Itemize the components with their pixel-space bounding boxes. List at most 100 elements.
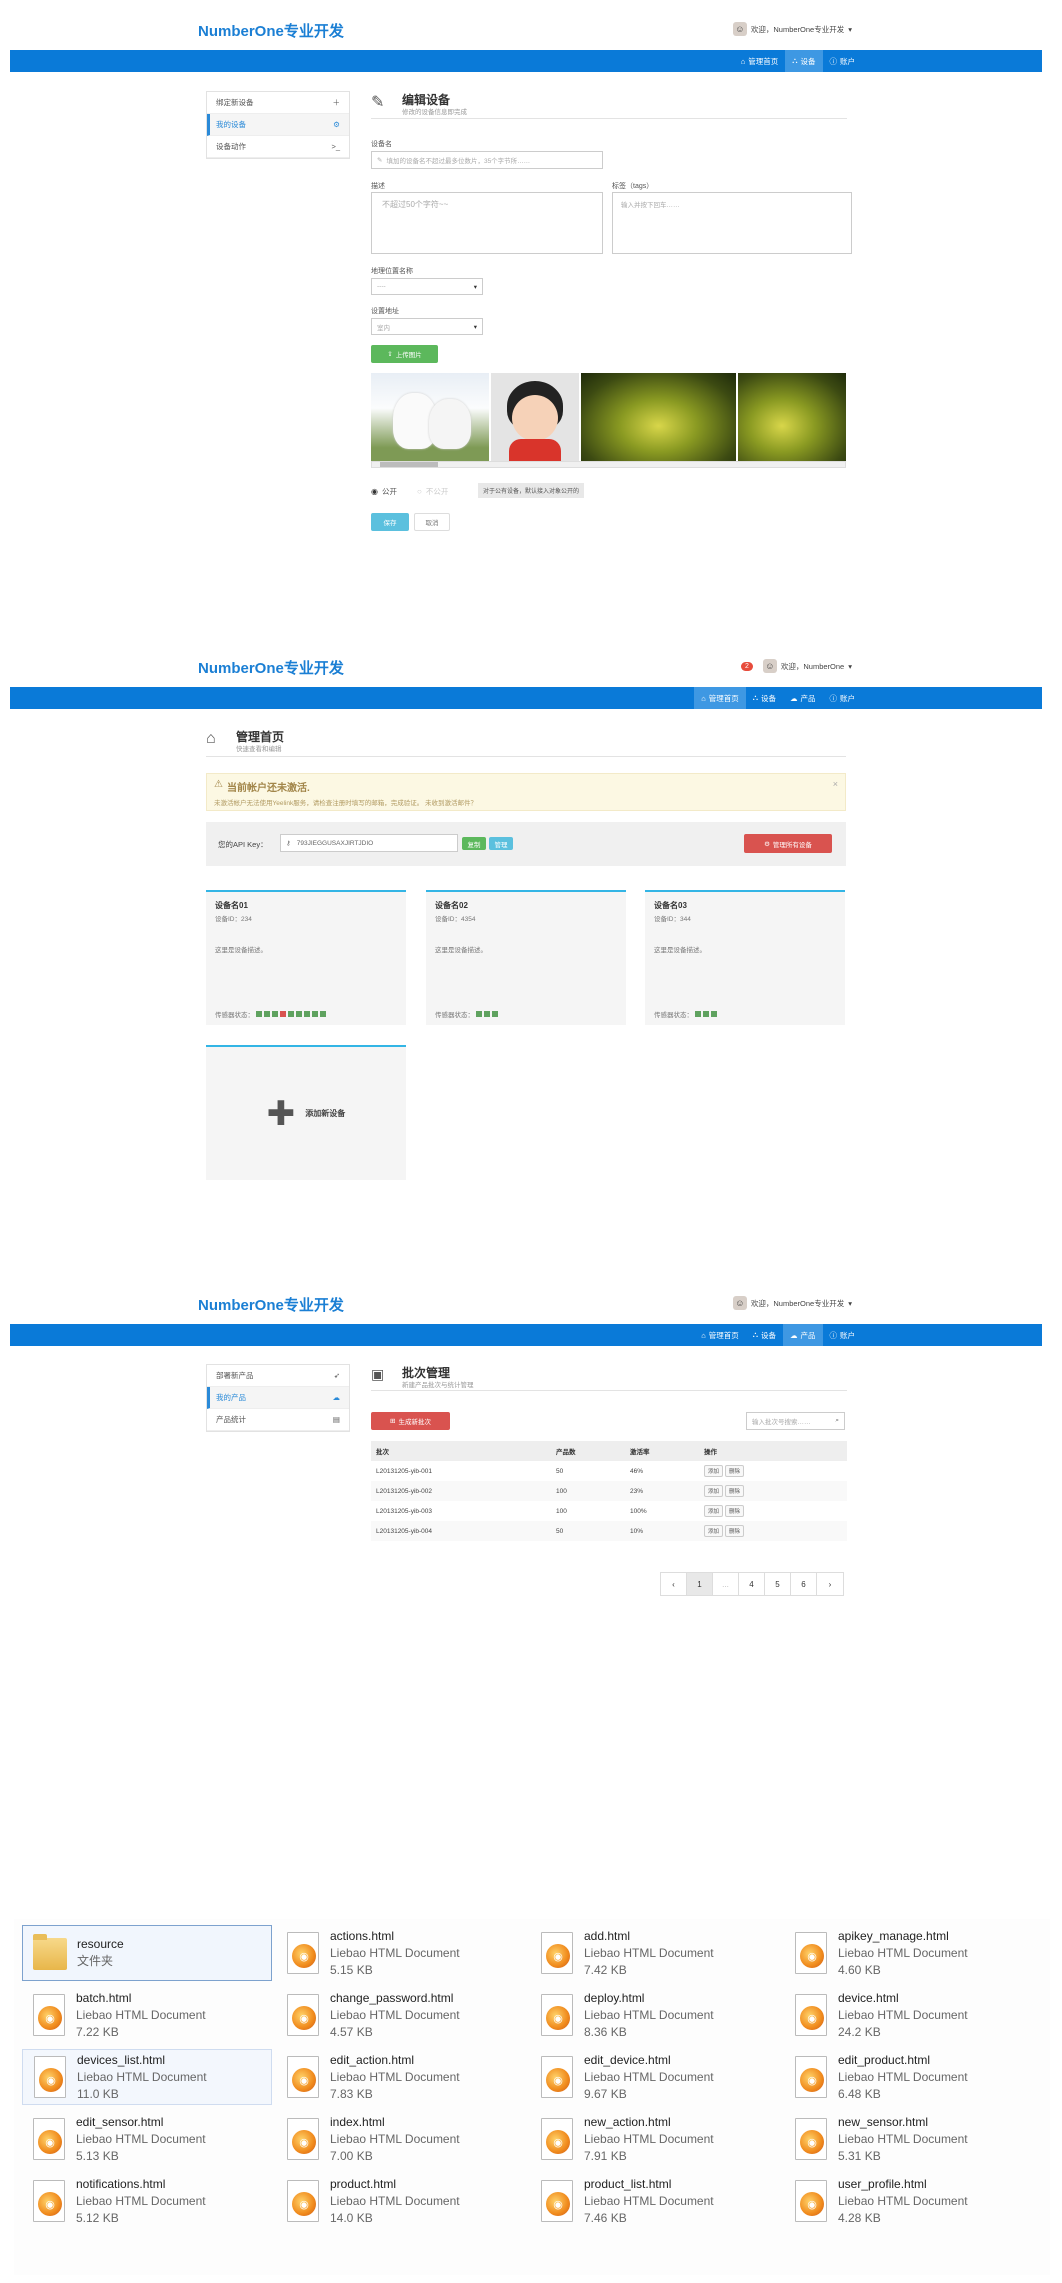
device-card[interactable]: 设备名01 设备ID：234 这里是设备描述。 传感器状态： bbox=[206, 890, 406, 1025]
file-item[interactable]: ◉ index.html Liebao HTML Document 7.00 KB bbox=[276, 2111, 526, 2167]
prev-page-button[interactable]: ‹ bbox=[661, 1573, 687, 1595]
delete-button[interactable]: 删除 bbox=[725, 1525, 745, 1537]
sidebar-item-product-stats[interactable]: 产品统计 ▤ bbox=[207, 1409, 349, 1431]
user-menu[interactable]: ☺ 欢迎，NumberOne专业开发 ▾ bbox=[732, 1296, 852, 1310]
sensor-status-square[interactable] bbox=[695, 1011, 701, 1017]
delete-button[interactable]: 删除 bbox=[725, 1465, 745, 1477]
sidebar-item-device-actions[interactable]: 设备动作 >_ bbox=[207, 136, 349, 158]
nav-devices[interactable]: ⛬ 设备 bbox=[746, 1324, 783, 1346]
file-item[interactable]: ◉ deploy.html Liebao HTML Document 8.36 KB bbox=[530, 1987, 780, 2043]
device-card[interactable]: 设备名02 设备ID：4354 这里是设备描述。 传感器状态： bbox=[426, 890, 626, 1025]
user-menu[interactable]: 2 ☺ 欢迎，NumberOne ▾ bbox=[740, 659, 852, 673]
sensor-status-square[interactable] bbox=[476, 1011, 482, 1017]
nav-devices[interactable]: ⛬ 设备 bbox=[785, 50, 823, 72]
file-item[interactable]: ◉ device.html Liebao HTML Document 24.2 KB bbox=[784, 1987, 1034, 2043]
dog-photo[interactable] bbox=[371, 373, 489, 461]
page-6[interactable]: 6 bbox=[791, 1573, 817, 1595]
nav-account[interactable]: ⓘ 账户 bbox=[823, 1324, 863, 1346]
brand-logo[interactable]: NumberOne专业开发 bbox=[198, 20, 344, 41]
page-5[interactable]: 5 bbox=[765, 1573, 791, 1595]
sensor-status-square[interactable] bbox=[703, 1011, 709, 1017]
public-radio[interactable]: ◉ 公开 bbox=[371, 486, 397, 497]
sensor-status-square[interactable] bbox=[484, 1011, 490, 1017]
aquarium-photo[interactable] bbox=[581, 373, 736, 461]
device-card[interactable]: 设备名03 设备ID：344 这里是设备描述。 传感器状态： bbox=[645, 890, 845, 1025]
manage-all-devices-button[interactable]: ⚙ 管理所有设备 bbox=[744, 834, 832, 853]
copy-button[interactable]: 复制 bbox=[462, 837, 486, 850]
file-item[interactable]: ◉ new_action.html Liebao HTML Document 7.91… bbox=[530, 2111, 780, 2167]
add-device-card[interactable]: ✚ 添加新设备 bbox=[206, 1045, 406, 1180]
add-button[interactable]: 添加 bbox=[704, 1485, 724, 1497]
device-name-input[interactable]: ✎ 填加的设备名不超过最多位数片，35个字节所…… bbox=[371, 151, 603, 169]
sensor-status-square[interactable] bbox=[288, 1011, 294, 1017]
nav-products[interactable]: ☁ 产品 bbox=[783, 687, 823, 709]
private-radio[interactable]: ○ 不公开 bbox=[417, 486, 448, 497]
brand-logo[interactable]: NumberOne专业开发 bbox=[198, 1294, 344, 1315]
sensor-status-square[interactable] bbox=[296, 1011, 302, 1017]
sidebar-item-my-devices[interactable]: 我的设备 ⚙ bbox=[207, 114, 349, 136]
file-item[interactable]: ◉ edit_action.html Liebao HTML Document 7.8… bbox=[276, 2049, 526, 2105]
nav-home[interactable]: ⌂ 管理首页 bbox=[734, 50, 786, 72]
nav-account[interactable]: ⓘ 账户 bbox=[823, 687, 863, 709]
cartoon-avatar-photo[interactable] bbox=[491, 373, 579, 461]
delete-button[interactable]: 删除 bbox=[725, 1485, 745, 1497]
type-select[interactable]: 室内 ▾ bbox=[371, 318, 483, 335]
file-item[interactable]: ◉ add.html Liebao HTML Document 7.42 KB bbox=[530, 1925, 780, 1981]
file-item[interactable]: ◉ batch.html Liebao HTML Document 7.22 KB bbox=[22, 1987, 272, 2043]
file-item[interactable]: ◉ user_profile.html Liebao HTML Document 4.… bbox=[784, 2173, 1034, 2229]
image-gallery[interactable] bbox=[371, 373, 846, 469]
add-button[interactable]: 添加 bbox=[704, 1505, 724, 1517]
upload-image-button[interactable]: ⇪ 上传图片 bbox=[371, 345, 438, 363]
file-item[interactable]: ◉ devices_list.html Liebao HTML Document 11… bbox=[22, 2049, 272, 2105]
sensor-status-square[interactable] bbox=[312, 1011, 318, 1017]
sensor-status-square[interactable] bbox=[492, 1011, 498, 1017]
tags-input[interactable]: 输入并按下回车…… bbox=[612, 192, 852, 254]
sensor-status-square[interactable] bbox=[264, 1011, 270, 1017]
file-item[interactable]: ◉ product_list.html Liebao HTML Document 7.… bbox=[530, 2173, 780, 2229]
location-select[interactable]: ---- ▾ bbox=[371, 278, 483, 295]
sidebar-item-my-products[interactable]: 我的产品 ☁ bbox=[207, 1387, 349, 1409]
nav-devices[interactable]: ⛬ 设备 bbox=[746, 687, 783, 709]
file-item[interactable]: ◉ edit_sensor.html Liebao HTML Document 5.1… bbox=[22, 2111, 272, 2167]
nav-home[interactable]: ⌂ 管理首页 bbox=[694, 687, 746, 709]
file-item[interactable]: ◉ actions.html Liebao HTML Document 5.15 KB bbox=[276, 1925, 526, 1981]
sensor-status-square[interactable] bbox=[304, 1011, 310, 1017]
close-icon[interactable]: × bbox=[833, 779, 838, 789]
sensor-status-square[interactable] bbox=[711, 1011, 717, 1017]
sensor-status-square[interactable] bbox=[272, 1011, 278, 1017]
batch-search-input[interactable]: 输入批次号搜索…… ⌕ bbox=[746, 1412, 845, 1430]
gallery-scrollbar[interactable] bbox=[371, 461, 846, 468]
api-key-input[interactable]: ⚷ 793JIEGGUSAXJIRTJDIO bbox=[280, 834, 458, 852]
sidebar-item-bind-device[interactable]: 绑定新设备＋ bbox=[207, 92, 349, 114]
notification-badge[interactable]: 2 bbox=[740, 661, 753, 671]
file-item[interactable]: ◉ edit_device.html Liebao HTML Document 9.6… bbox=[530, 2049, 780, 2105]
delete-button[interactable]: 删除 bbox=[725, 1505, 745, 1517]
sidebar-item-deploy-product[interactable]: 部署新产品 ➶ bbox=[207, 1365, 349, 1387]
nav-account[interactable]: ⓘ 账户 bbox=[823, 50, 863, 72]
sensor-status-square[interactable] bbox=[280, 1011, 286, 1017]
nav-products[interactable]: ☁ 产品 bbox=[783, 1324, 823, 1346]
sensor-status-square[interactable] bbox=[256, 1011, 262, 1017]
next-page-button[interactable]: › bbox=[817, 1573, 843, 1595]
add-button[interactable]: 添加 bbox=[704, 1465, 724, 1477]
folder-item[interactable]: resource 文件夹 bbox=[22, 1925, 272, 1981]
user-menu[interactable]: ☺ 欢迎，NumberOne专业开发 ▾ bbox=[732, 22, 852, 36]
description-textarea[interactable]: 不超过50个字符~~ bbox=[371, 192, 603, 254]
save-button[interactable]: 保存 bbox=[371, 513, 409, 531]
file-item[interactable]: ◉ apikey_manage.html Liebao HTML Document 4… bbox=[784, 1925, 1034, 1981]
sensor-status-square[interactable] bbox=[320, 1011, 326, 1017]
brand-logo[interactable]: NumberOne专业开发 bbox=[198, 657, 344, 678]
page-4[interactable]: 4 bbox=[739, 1573, 765, 1595]
generate-batch-button[interactable]: ⊞ 生成新批次 bbox=[371, 1412, 450, 1430]
aquarium-photo-2[interactable] bbox=[738, 373, 846, 461]
manage-key-button[interactable]: 管理 bbox=[489, 837, 513, 850]
file-item[interactable]: ◉ new_sensor.html Liebao HTML Document 5.31… bbox=[784, 2111, 1034, 2167]
file-item[interactable]: ◉ product.html Liebao HTML Document 14.0 KB bbox=[276, 2173, 526, 2229]
nav-home[interactable]: ⌂ 管理首页 bbox=[694, 1324, 746, 1346]
file-item[interactable]: ◉ notifications.html Liebao HTML Document 5… bbox=[22, 2173, 272, 2229]
file-item[interactable]: ◉ change_password.html Liebao HTML Documen… bbox=[276, 1987, 526, 2043]
cancel-button[interactable]: 取消 bbox=[414, 513, 450, 531]
file-item[interactable]: ◉ edit_product.html Liebao HTML Document 6.… bbox=[784, 2049, 1034, 2105]
page-1[interactable]: 1 bbox=[687, 1573, 713, 1595]
add-button[interactable]: 添加 bbox=[704, 1525, 724, 1537]
